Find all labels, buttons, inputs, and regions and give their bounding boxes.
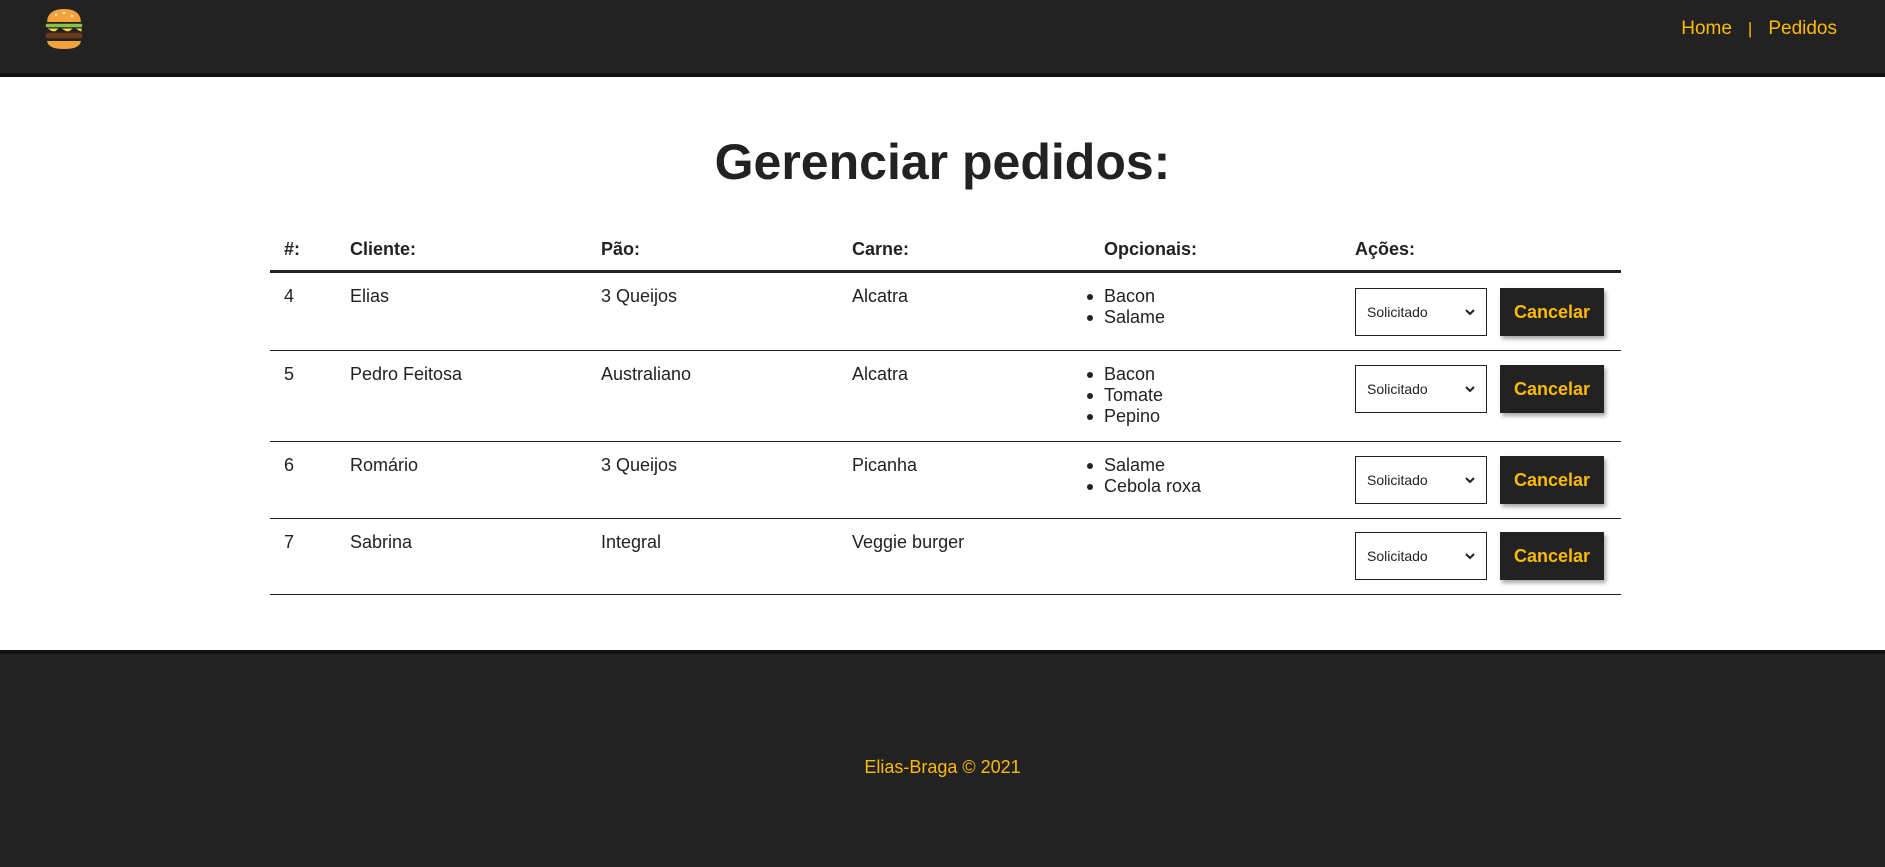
- order-opcionais: Salame Cebola roxa: [1087, 442, 1355, 497]
- nav-links: Home | Pedidos: [1681, 18, 1837, 40]
- status-value: Solicitado: [1367, 472, 1428, 488]
- burger-icon[interactable]: [42, 6, 86, 52]
- status-value: Solicitado: [1367, 304, 1428, 320]
- opcional-item: Bacon: [1087, 364, 1355, 385]
- order-id: 6: [284, 455, 295, 475]
- order-carne: Alcatra: [852, 364, 909, 384]
- cancel-button[interactable]: Cancelar: [1500, 532, 1604, 580]
- order-opcionais: Bacon Salame: [1087, 273, 1355, 328]
- chevron-down-icon: [1465, 477, 1475, 484]
- opcional-item: Cebola roxa: [1087, 476, 1355, 497]
- cancel-button[interactable]: Cancelar: [1500, 288, 1604, 336]
- order-cliente: Sabrina: [350, 532, 413, 552]
- order-cliente: Romário: [350, 455, 419, 475]
- opcional-item: Pepino: [1087, 406, 1355, 427]
- order-acoes: Solicitado Cancelar: [1355, 351, 1621, 413]
- header-carne: Carne:: [852, 239, 910, 259]
- status-select[interactable]: Solicitado: [1355, 288, 1487, 336]
- order-carne: Alcatra: [852, 286, 909, 306]
- table-row: 7 Sabrina Integral Veggie burger Solicit…: [270, 519, 1621, 595]
- opcionais-list: Salame Cebola roxa: [1087, 455, 1355, 497]
- table-row: 6 Romário 3 Queijos Picanha Salame Cebol…: [270, 442, 1621, 519]
- order-cliente: Pedro Feitosa: [350, 364, 463, 384]
- order-pao: 3 Queijos: [601, 455, 678, 475]
- footer: Elias-Braga © 2021: [0, 650, 1885, 867]
- cancel-button[interactable]: Cancelar: [1500, 365, 1604, 413]
- footer-copyright: Elias-Braga © 2021: [864, 757, 1021, 777]
- chevron-down-icon: [1465, 386, 1475, 393]
- nav-home-link[interactable]: Home: [1681, 18, 1732, 40]
- orders-table: #: Cliente: Pão: Carne: Opcionais: Ações…: [270, 229, 1621, 595]
- navbar: Home | Pedidos: [0, 0, 1885, 77]
- header-cliente: Cliente:: [350, 239, 417, 259]
- opcional-item: Salame: [1087, 455, 1355, 476]
- main-content: Gerenciar pedidos: #: Cliente: Pão: Carn…: [0, 77, 1885, 650]
- status-select[interactable]: Solicitado: [1355, 365, 1487, 413]
- header-opcionais: Opcionais:: [1104, 239, 1198, 259]
- nav-separator: |: [1747, 19, 1753, 38]
- order-opcionais: Bacon Tomate Pepino: [1087, 351, 1355, 427]
- nav-pedidos-link[interactable]: Pedidos: [1768, 18, 1837, 40]
- cancel-button[interactable]: Cancelar: [1500, 456, 1604, 504]
- order-acoes: Solicitado Cancelar: [1355, 442, 1621, 504]
- order-id: 4: [284, 286, 295, 306]
- status-select[interactable]: Solicitado: [1355, 532, 1487, 580]
- chevron-down-icon: [1465, 553, 1475, 560]
- status-value: Solicitado: [1367, 381, 1428, 397]
- header-id: #:: [284, 239, 301, 259]
- page-title: Gerenciar pedidos:: [714, 134, 1171, 190]
- table-header: #: Cliente: Pão: Carne: Opcionais: Ações…: [270, 229, 1621, 273]
- opcional-item: Tomate: [1087, 385, 1355, 406]
- table-row: 4 Elias 3 Queijos Alcatra Bacon Salame S…: [270, 273, 1621, 351]
- header-pao: Pão:: [601, 239, 641, 259]
- order-pao: Integral: [601, 532, 662, 552]
- order-pao: Australiano: [601, 364, 692, 384]
- order-acoes: Solicitado Cancelar: [1355, 519, 1621, 580]
- opcional-item: Bacon: [1087, 286, 1355, 307]
- order-opcionais: [1104, 519, 1355, 532]
- order-id: 7: [284, 532, 295, 552]
- status-value: Solicitado: [1367, 548, 1428, 564]
- opcional-item: Salame: [1087, 307, 1355, 328]
- opcionais-list: Bacon Tomate Pepino: [1087, 364, 1355, 427]
- order-id: 5: [284, 364, 295, 384]
- table-row: 5 Pedro Feitosa Australiano Alcatra Baco…: [270, 351, 1621, 442]
- chevron-down-icon: [1465, 309, 1475, 316]
- order-pao: 3 Queijos: [601, 286, 678, 306]
- header-acoes: Ações:: [1355, 239, 1416, 259]
- opcionais-list: Bacon Salame: [1087, 286, 1355, 328]
- order-carne: Picanha: [852, 455, 918, 475]
- status-select[interactable]: Solicitado: [1355, 456, 1487, 504]
- order-carne: Veggie burger: [852, 532, 965, 552]
- order-acoes: Solicitado Cancelar: [1355, 273, 1621, 336]
- order-cliente: Elias: [350, 286, 390, 306]
